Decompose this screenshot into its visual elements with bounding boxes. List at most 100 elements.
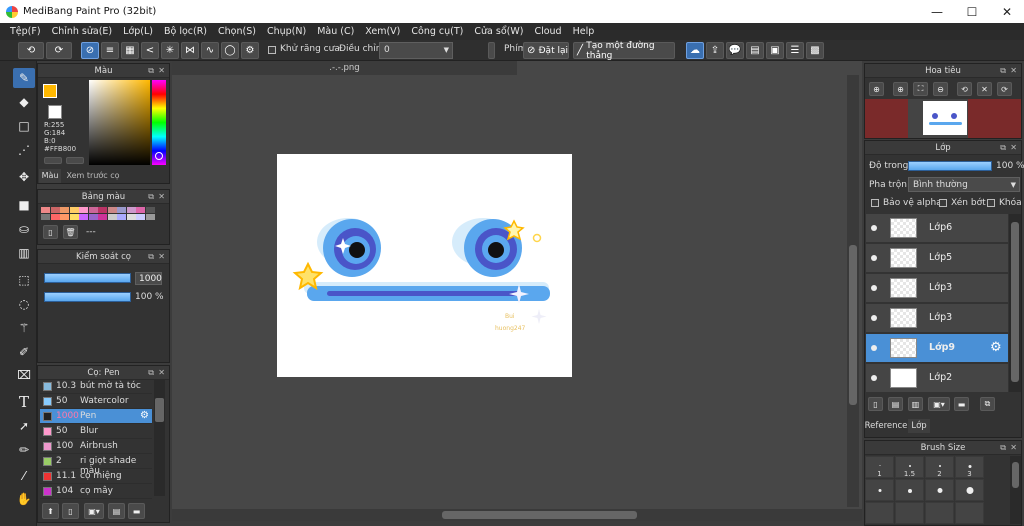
layer-row[interactable]: Lớp3	[866, 274, 1008, 303]
fit-button[interactable]: ⛶	[913, 82, 928, 96]
popout-icon[interactable]: ⧉	[1000, 64, 1006, 78]
layer-menu-button[interactable]: ▣▾	[928, 397, 950, 411]
tab-brush-preview[interactable]: Xem trước cọ	[63, 169, 123, 183]
canvas-horizontal-scrollbar[interactable]	[172, 509, 862, 521]
new-8bit-layer-button[interactable]: ▥	[908, 397, 923, 411]
palette-swatch[interactable]	[50, 207, 60, 213]
popout-icon[interactable]: ⧉	[1000, 141, 1006, 155]
menu-select[interactable]: Chọn(S)	[218, 26, 256, 37]
shape-tool[interactable]: □	[13, 116, 35, 136]
visibility-eye-icon[interactable]	[871, 225, 877, 231]
layer-settings-gear-icon[interactable]: ⚙	[990, 340, 1002, 355]
popout-icon[interactable]: ⧉	[148, 190, 154, 204]
select-eraser-tool[interactable]: ⌧	[13, 365, 35, 385]
menu-help[interactable]: Help	[573, 26, 595, 37]
new-layer-button[interactable]: ▯	[868, 397, 883, 411]
hand-tool[interactable]: ✋	[13, 489, 35, 509]
message-button[interactable]: ▤	[746, 42, 764, 59]
brush-size-cell-8[interactable]	[955, 479, 984, 501]
brush-settings-button[interactable]: ▤	[108, 503, 125, 519]
menu-layer[interactable]: Lớp(L)	[123, 26, 153, 37]
menu-tools[interactable]: Công cụ(T)	[411, 26, 463, 37]
fill-shape-tool[interactable]: ■	[13, 195, 35, 215]
brush-list-scrollbar[interactable]	[154, 380, 165, 496]
antialias-checkbox[interactable]	[268, 46, 276, 54]
clip-checkbox[interactable]	[939, 199, 947, 207]
brush-options-button[interactable]: ▣▾	[84, 503, 104, 519]
brush-size-value[interactable]: 1000	[135, 272, 162, 285]
palette-swatch[interactable]	[41, 214, 50, 220]
close-panel-icon[interactable]: ✕	[158, 366, 165, 380]
palette-swatch[interactable]	[98, 214, 107, 220]
close-panel-icon[interactable]: ✕	[1010, 441, 1017, 455]
brush-size-cell-10[interactable]	[895, 502, 924, 524]
palette-swatch[interactable]	[79, 207, 88, 213]
brush-size-2[interactable]: 2	[925, 456, 954, 478]
lock-checkbox[interactable]	[987, 199, 995, 207]
background-color-swatch[interactable]	[48, 105, 62, 119]
palette-swatch[interactable]	[126, 214, 136, 220]
brush-list-item[interactable]: 50 Blur	[40, 424, 152, 439]
operation-tool[interactable]: ➚	[13, 416, 35, 436]
panels-button[interactable]: ▩	[806, 42, 824, 59]
brush-list-item[interactable]: 2 ri giọt shade màu	[40, 454, 152, 476]
brush-opacity-slider[interactable]	[44, 292, 131, 302]
share-button[interactable]: ⇪	[706, 42, 724, 59]
reset-view-button[interactable]: ✕	[977, 82, 992, 96]
layer-row[interactable]: Lớp2	[866, 364, 1008, 393]
protect-alpha-checkbox[interactable]	[871, 199, 879, 207]
new-brush-button[interactable]: ▯	[62, 503, 79, 519]
palette-swatch[interactable]	[79, 214, 88, 220]
snap-curve-button[interactable]: ∿	[201, 42, 219, 59]
maximize-button[interactable]: ☐	[955, 0, 989, 23]
toolbar-scroll-handle[interactable]	[488, 42, 495, 59]
brush-folder-button[interactable]: ▬	[128, 503, 145, 519]
popout-icon[interactable]: ⧉	[148, 64, 154, 78]
cloud-button[interactable]: ☁	[686, 42, 704, 59]
layer-scroll-thumb[interactable]	[1011, 222, 1019, 382]
layer-list-scrollbar[interactable]	[1009, 214, 1021, 392]
palette-swatch[interactable]	[69, 214, 79, 220]
layer-opacity-slider[interactable]	[908, 161, 992, 171]
palette-swatch[interactable]	[50, 214, 60, 220]
new-palette-button[interactable]: ▯	[43, 225, 58, 239]
magic-wand-tool[interactable]: ⚚	[13, 318, 35, 338]
rotate-left-button[interactable]: ⟲	[957, 82, 972, 96]
color-saturation-box[interactable]	[89, 80, 150, 165]
menu-color[interactable]: Màu (C)	[317, 26, 354, 37]
list-button[interactable]: ☰	[786, 42, 804, 59]
brush-list-item[interactable]: 11.1 cọ miệng	[40, 469, 152, 484]
brush-size-slider[interactable]	[44, 273, 131, 283]
divide-tool[interactable]: ✏	[13, 440, 35, 460]
brush-settings-gear-icon[interactable]: ⚙	[140, 410, 149, 421]
snap-off-button[interactable]: ⊘	[81, 42, 99, 59]
menu-snap[interactable]: Chụp(N)	[267, 26, 306, 37]
layer-row[interactable]: Lớp3	[866, 304, 1008, 333]
snap-radial-button[interactable]: ✳	[161, 42, 179, 59]
move-tool[interactable]: ✥	[13, 167, 35, 187]
close-panel-icon[interactable]: ✕	[1010, 141, 1017, 155]
text-tool[interactable]: T	[13, 392, 35, 412]
brush-size-scrollbar[interactable]	[1010, 456, 1021, 524]
brush-size-cell-12[interactable]	[955, 502, 984, 524]
palette-swatch[interactable]	[136, 214, 145, 220]
palette-swatch[interactable]	[136, 207, 145, 213]
eyedropper-tool[interactable]: ⁄	[13, 466, 35, 486]
select-tool[interactable]: ⬚	[13, 270, 35, 290]
hue-handle[interactable]	[155, 152, 163, 160]
zoom-in-2-button[interactable]: ⊕	[893, 82, 908, 96]
eraser-tool[interactable]: ◆	[13, 92, 35, 112]
close-panel-icon[interactable]: ✕	[158, 64, 165, 78]
menu-window[interactable]: Cửa sổ(W)	[474, 26, 523, 37]
brush-list-item[interactable]: 100 Airbrush	[40, 439, 152, 454]
palette-swatch[interactable]	[60, 214, 69, 220]
foreground-color-swatch[interactable]	[43, 84, 57, 98]
select-pen-tool[interactable]: ✐	[13, 342, 35, 362]
layer-folder-button[interactable]: ▬	[954, 397, 969, 411]
brush-size-cell-11[interactable]	[925, 502, 954, 524]
brush-list-item[interactable]: 1000 Pen ⚙	[40, 409, 152, 424]
delete-palette-button[interactable]: 🗑	[63, 225, 78, 239]
menu-edit[interactable]: Chỉnh sửa(E)	[52, 26, 113, 37]
brush-tool[interactable]: ✎	[13, 68, 35, 88]
rotate-right-button[interactable]: ⟳	[997, 82, 1012, 96]
